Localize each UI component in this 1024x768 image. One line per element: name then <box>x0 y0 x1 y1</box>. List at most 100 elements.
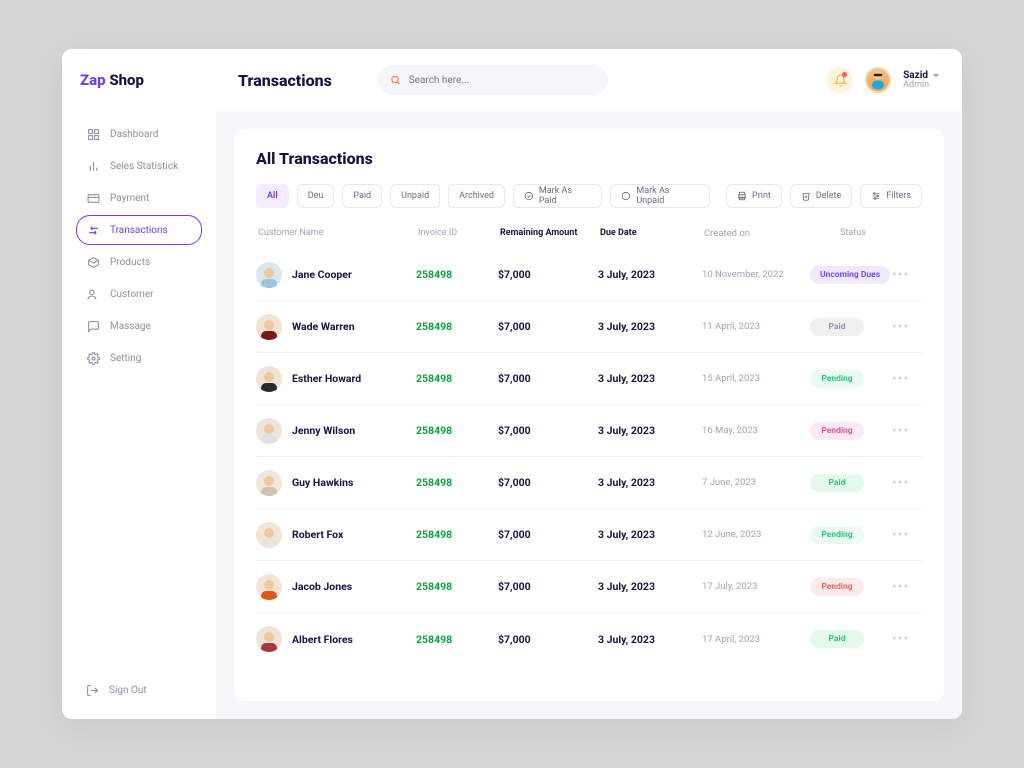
main-area: Transactions Sazid Admin <box>216 49 962 719</box>
row-actions-button[interactable]: ••• <box>892 267 922 283</box>
sidebar-item-products[interactable]: Products <box>76 247 202 277</box>
row-actions-button[interactable]: ••• <box>892 423 922 439</box>
invoice-id: 258498 <box>416 424 452 437</box>
table-row[interactable]: Jane Cooper 258498 $7,000 3 July, 2023 1… <box>256 249 922 301</box>
sidebar-item-customer[interactable]: Customer <box>76 279 202 309</box>
row-actions-button[interactable]: ••• <box>892 319 922 335</box>
logout-icon <box>86 684 99 697</box>
row-actions-button[interactable]: ••• <box>892 527 922 543</box>
search-field[interactable] <box>378 65 608 95</box>
created-on: 10 November, 2022 <box>702 269 810 280</box>
delete-button[interactable]: Delete <box>790 184 852 208</box>
avatar-icon <box>256 626 282 652</box>
remaining-amount: $7,000 <box>498 268 598 281</box>
sidebar-item-label: Customer <box>110 289 154 300</box>
grid-icon <box>87 128 100 141</box>
filter-deu[interactable]: Deu <box>297 184 335 208</box>
avatar-icon <box>256 470 282 496</box>
customer-avatar <box>256 366 282 392</box>
avatar-icon <box>256 418 282 444</box>
mark-paid-button[interactable]: Mark As Paid <box>513 184 602 208</box>
table-row[interactable]: Robert Fox 258498 $7,000 3 July, 2023 12… <box>256 509 922 561</box>
swap-icon <box>87 224 100 237</box>
table-row[interactable]: Jacob Jones 258498 $7,000 3 July, 2023 1… <box>256 561 922 613</box>
sidebar-item-setting[interactable]: Setting <box>76 343 202 373</box>
filters-button[interactable]: Filters <box>860 184 922 208</box>
sidebar-item-dashboard[interactable]: Dashboard <box>76 119 202 149</box>
mark-paid-label: Mark As Paid <box>539 186 592 206</box>
col-due: Due Date <box>600 228 704 239</box>
col-status: Status <box>812 228 894 239</box>
filter-all[interactable]: All <box>256 184 289 208</box>
gear-icon <box>87 352 100 365</box>
signout-label: Sign Out <box>109 685 147 696</box>
table-row[interactable]: Jenny Wilson 258498 $7,000 3 July, 2023 … <box>256 405 922 457</box>
table-row[interactable]: Wade Warren 258498 $7,000 3 July, 2023 1… <box>256 301 922 353</box>
sidebar-item-label: Transactions <box>110 225 168 236</box>
sidebar-item-transactions[interactable]: Transactions <box>76 215 202 245</box>
sidebar-item-statistics[interactable]: Seles Statistick <box>76 151 202 181</box>
remaining-amount: $7,000 <box>498 528 598 541</box>
filter-archived[interactable]: Archived <box>448 184 505 208</box>
filter-paid[interactable]: Paid <box>342 184 382 208</box>
customer-name: Wade Warren <box>292 320 355 333</box>
invoice-id: 258498 <box>416 528 452 541</box>
customer-avatar <box>256 626 282 652</box>
sidebar-item-label: Setting <box>110 353 141 364</box>
row-actions-button[interactable]: ••• <box>892 475 922 491</box>
row-actions-button[interactable]: ••• <box>892 631 922 647</box>
topbar: Transactions Sazid Admin <box>216 49 962 111</box>
invoice-id: 258498 <box>416 320 452 333</box>
bell-icon <box>834 74 847 87</box>
status-badge: Paid <box>810 318 864 336</box>
filter-unpaid[interactable]: Unpaid <box>390 184 440 208</box>
app-root: Zap Shop Dashboard Seles Statistick Paym… <box>62 49 962 719</box>
card-title: All Transactions <box>256 149 922 168</box>
created-on: 7 June, 2023 <box>702 477 810 488</box>
print-button[interactable]: Print <box>726 184 782 208</box>
users-icon <box>87 288 100 301</box>
chat-icon <box>87 320 100 333</box>
created-on: 16 May, 2023 <box>702 425 810 436</box>
user-role: Admin <box>903 81 940 91</box>
row-actions-button[interactable]: ••• <box>892 371 922 387</box>
user-name: Sazid <box>903 70 928 81</box>
customer-name: Albert Flores <box>292 633 353 646</box>
sidebar-item-payment[interactable]: Payment <box>76 183 202 213</box>
mark-unpaid-button[interactable]: Mark As Unpaid <box>610 184 710 208</box>
printer-icon <box>737 191 747 201</box>
search-input[interactable] <box>409 75 596 86</box>
customer-avatar <box>256 418 282 444</box>
status-badge: Paid <box>810 630 864 648</box>
sidebar-item-message[interactable]: Massage <box>76 311 202 341</box>
notifications-button[interactable] <box>827 67 853 93</box>
status-badge: Pending <box>810 578 864 596</box>
created-on: 12 June, 2023 <box>702 529 810 540</box>
invoice-id: 258498 <box>416 580 452 593</box>
avatar-icon <box>256 262 282 288</box>
transactions-card: All Transactions All Deu Paid Unpaid Arc… <box>234 129 944 701</box>
table-row[interactable]: Esther Howard 258498 $7,000 3 July, 2023… <box>256 353 922 405</box>
created-on: 15 April, 2023 <box>702 373 810 384</box>
customer-name: Esther Howard <box>292 372 361 385</box>
filter-bar: All Deu Paid Unpaid Archived Mark As Pai… <box>256 184 922 208</box>
table-row[interactable]: Guy Hawkins 258498 $7,000 3 July, 2023 7… <box>256 457 922 509</box>
remaining-amount: $7,000 <box>498 320 598 333</box>
brand-part2: Shop <box>109 71 144 89</box>
brand-part1: Zap <box>80 71 109 89</box>
row-actions-button[interactable]: ••• <box>892 579 922 595</box>
status-badge: Pending <box>810 422 864 440</box>
status-badge: Pending <box>810 526 864 544</box>
created-on: 11 April, 2023 <box>702 321 810 332</box>
user-avatar[interactable] <box>865 67 891 93</box>
circle-icon <box>621 191 631 201</box>
due-date: 3 July, 2023 <box>598 528 702 541</box>
created-on: 17 April, 2023 <box>702 634 810 645</box>
user-box[interactable]: Sazid Admin <box>903 70 940 91</box>
status-badge: Uncoming Dues <box>810 266 890 284</box>
bars-icon <box>87 160 100 173</box>
customer-name: Jenny Wilson <box>292 424 355 437</box>
customer-avatar <box>256 522 282 548</box>
signout-button[interactable]: Sign Out <box>76 684 202 697</box>
table-row[interactable]: Albert Flores 258498 $7,000 3 July, 2023… <box>256 613 922 665</box>
